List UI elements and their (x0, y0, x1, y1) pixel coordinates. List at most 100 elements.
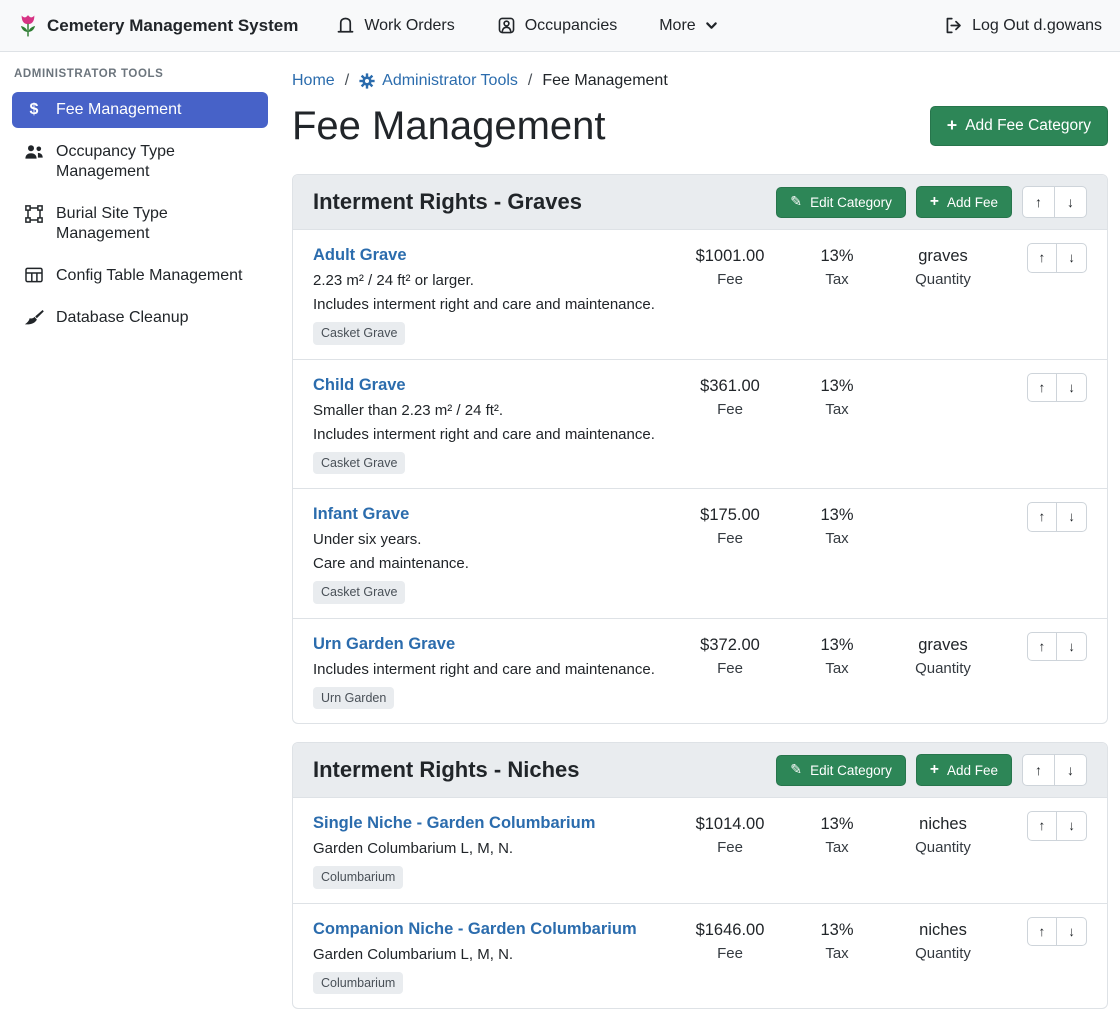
app-title: Cemetery Management System (47, 16, 298, 36)
tax-column: 13% Tax (789, 917, 885, 966)
move-category-up-button[interactable]: ↑ (1022, 186, 1055, 218)
fee-type-badge: Casket Grave (313, 452, 405, 475)
move-category-down-button[interactable]: ↓ (1054, 186, 1087, 218)
nav-more[interactable]: More (659, 17, 717, 35)
quantity-column: niches Quantity (885, 917, 1001, 966)
breadcrumb-separator: / (345, 72, 349, 90)
sidebar-item-label: Database Cleanup (56, 308, 189, 328)
quantity-column: graves Quantity (885, 243, 1001, 292)
breadcrumb-admin-tools-link[interactable]: Administrator Tools (359, 72, 518, 90)
fee-row: Single Niche - Garden Columbarium Garden… (293, 798, 1107, 904)
fee-reorder-group: ↑ ↓ (1027, 811, 1088, 841)
category-header: Interment Rights - Graves ✎ Edit Categor… (293, 175, 1107, 230)
fee-amount: $175.00 (671, 503, 789, 527)
sidebar-item-occupancy-type-management[interactable]: Occupancy Type Management (12, 134, 268, 190)
fee-details: Single Niche - Garden Columbarium Garden… (313, 811, 671, 889)
fee-amount: $1646.00 (671, 918, 789, 942)
move-fee-up-button[interactable]: ↑ (1027, 917, 1058, 947)
fee-details: Infant Grave Under six years. Care and m… (313, 502, 671, 604)
add-fee-category-button[interactable]: + Add Fee Category (930, 106, 1108, 146)
breadcrumb-separator: / (528, 72, 532, 90)
fee-amount-column: $175.00 Fee (671, 502, 789, 551)
sidebar-item-label: Config Table Management (56, 266, 243, 286)
move-fee-up-button[interactable]: ↑ (1027, 811, 1058, 841)
fee-row: Infant Grave Under six years. Care and m… (293, 489, 1107, 619)
fee-amount-column: $1014.00 Fee (671, 811, 789, 860)
move-fee-up-button[interactable]: ↑ (1027, 502, 1058, 532)
plus-icon: + (930, 762, 939, 778)
move-fee-up-button[interactable]: ↑ (1027, 373, 1058, 403)
fee-description: Includes interment right and care and ma… (313, 423, 661, 447)
fee-reorder-group: ↑ ↓ (1027, 502, 1088, 532)
quantity-value: graves (885, 633, 1001, 657)
breadcrumb-current: Fee Management (542, 72, 667, 90)
category-header: Interment Rights - Niches ✎ Edit Categor… (293, 743, 1107, 798)
move-category-up-button[interactable]: ↑ (1022, 754, 1055, 786)
navbar-menu: Work Orders Occupancies More (336, 16, 944, 35)
fee-name-link[interactable]: Single Niche - Garden Columbarium (313, 811, 595, 835)
fee-type-badge: Casket Grave (313, 322, 405, 345)
fee-description: Under six years. (313, 528, 661, 552)
pencil-icon: ✎ (790, 763, 802, 777)
tax-label: Tax (789, 268, 885, 292)
fee-row: Companion Niche - Garden Columbarium Gar… (293, 904, 1107, 1009)
fee-details: Urn Garden Grave Includes interment righ… (313, 632, 671, 710)
tax-column: 13% Tax (789, 811, 885, 860)
quantity-column: niches Quantity (885, 811, 1001, 860)
edit-category-button[interactable]: ✎ Edit Category (776, 755, 906, 786)
logout-icon (944, 16, 963, 35)
fee-amount: $1014.00 (671, 812, 789, 836)
nav-work-orders-label: Work Orders (364, 17, 454, 35)
tax-label: Tax (789, 657, 885, 681)
logout-link[interactable]: Log Out d.gowans (944, 16, 1102, 35)
fee-name-link[interactable]: Companion Niche - Garden Columbarium (313, 917, 637, 941)
fee-reorder-group: ↑ ↓ (1027, 917, 1088, 947)
sidebar-item-config-table-management[interactable]: Config Table Management (12, 258, 268, 294)
top-navbar: Cemetery Management System Work Orders O… (0, 0, 1120, 52)
category-reorder-group: ↑ ↓ (1022, 186, 1087, 218)
sidebar-item-burial-site-type-management[interactable]: Burial Site Type Management (12, 196, 268, 252)
move-fee-up-button[interactable]: ↑ (1027, 243, 1058, 273)
move-fee-up-button[interactable]: ↑ (1027, 632, 1058, 662)
sidebar: ADMINISTRATOR TOOLS $ Fee Management Occ… (0, 52, 280, 356)
sidebar-section-header: ADMINISTRATOR TOOLS (14, 68, 266, 80)
fee-name-link[interactable]: Urn Garden Grave (313, 632, 455, 656)
sidebar-item-database-cleanup[interactable]: Database Cleanup (12, 300, 268, 336)
tax-label: Tax (789, 527, 885, 551)
tax-value: 13% (789, 374, 885, 398)
fee-name-link[interactable]: Adult Grave (313, 243, 407, 267)
breadcrumb-home-link[interactable]: Home (292, 72, 335, 90)
move-fee-down-button[interactable]: ↓ (1056, 632, 1087, 662)
move-fee-down-button[interactable]: ↓ (1056, 373, 1087, 403)
tax-label: Tax (789, 398, 885, 422)
move-fee-down-button[interactable]: ↓ (1056, 502, 1087, 532)
quantity-label: Quantity (885, 268, 1001, 292)
category-title: Interment Rights - Graves (313, 189, 582, 215)
add-fee-button[interactable]: + Add Fee (916, 186, 1012, 218)
main-content: Home / Administrator To (280, 52, 1120, 1027)
logout-label: Log Out d.gowans (972, 17, 1102, 35)
nav-occupancies-label: Occupancies (525, 17, 618, 35)
nav-work-orders[interactable]: Work Orders (336, 16, 454, 35)
fee-type-badge: Columbarium (313, 972, 403, 995)
add-fee-button[interactable]: + Add Fee (916, 754, 1012, 786)
fee-name-link[interactable]: Child Grave (313, 373, 406, 397)
move-fee-down-button[interactable]: ↓ (1056, 917, 1087, 947)
fee-name-link[interactable]: Infant Grave (313, 502, 409, 526)
edit-category-button[interactable]: ✎ Edit Category (776, 187, 906, 218)
fee-amount-label: Fee (671, 657, 789, 681)
move-category-down-button[interactable]: ↓ (1054, 754, 1087, 786)
tax-value: 13% (789, 503, 885, 527)
fee-type-badge: Columbarium (313, 866, 403, 889)
fee-amount: $1001.00 (671, 244, 789, 268)
sidebar-item-fee-management[interactable]: $ Fee Management (12, 92, 268, 128)
move-fee-down-button[interactable]: ↓ (1056, 243, 1087, 273)
quantity-column-empty (885, 373, 1001, 374)
fee-row: Urn Garden Grave Includes interment righ… (293, 619, 1107, 724)
move-fee-down-button[interactable]: ↓ (1056, 811, 1087, 841)
nav-occupancies[interactable]: Occupancies (497, 16, 618, 35)
quantity-label: Quantity (885, 836, 1001, 860)
fee-amount: $361.00 (671, 374, 789, 398)
tax-value: 13% (789, 633, 885, 657)
fee-reorder-group: ↑ ↓ (1027, 632, 1088, 662)
